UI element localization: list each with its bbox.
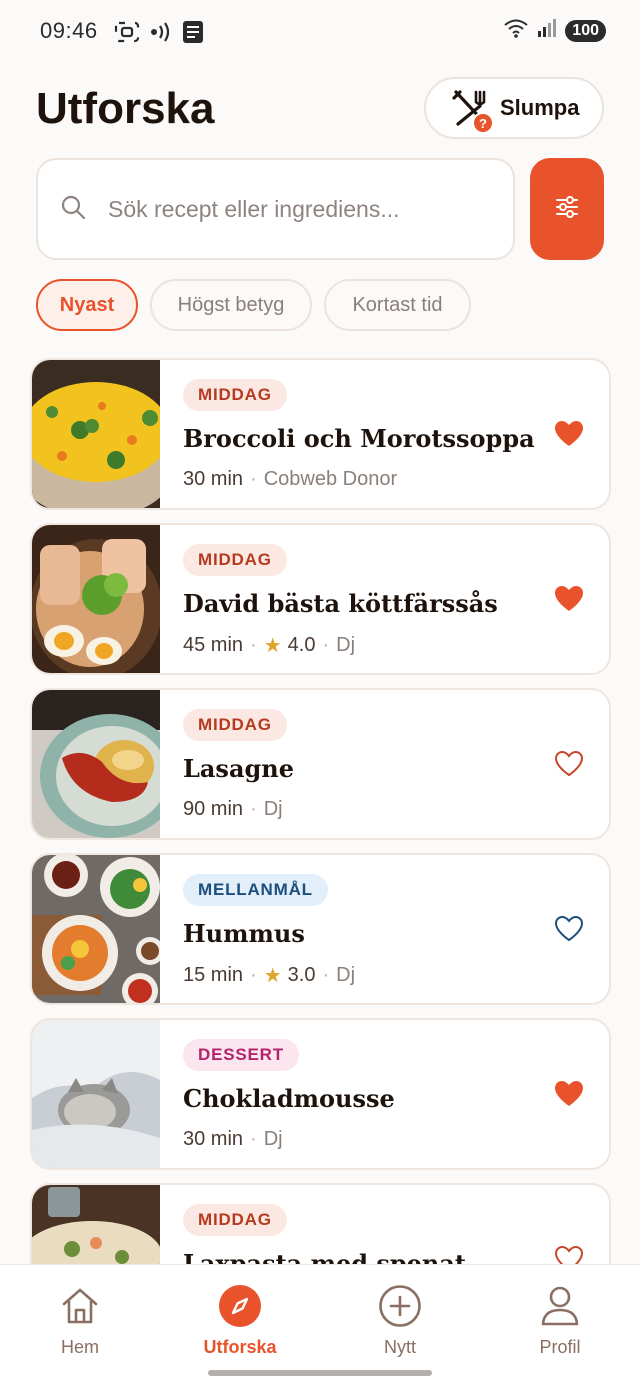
recipe-rating: 3.0: [287, 964, 316, 986]
random-badge: ?: [472, 112, 494, 134]
wifi-icon: [503, 18, 529, 43]
star-icon: ★: [263, 635, 282, 657]
recipe-image: [32, 525, 160, 673]
meta-separator: ·: [250, 798, 257, 820]
recipe-author: Dj: [263, 1128, 283, 1150]
recipe-time: 30 min: [183, 1128, 244, 1150]
recipe-meta: 30 min · Dj: [183, 1128, 283, 1151]
sort-chip-shortest-time[interactable]: Kortast tid: [324, 279, 471, 331]
recipe-time: 45 min: [183, 634, 244, 656]
status-bar: 09:46 100: [0, 0, 640, 64]
recipe-image: [32, 1185, 160, 1264]
nav-label-profile: Profil: [539, 1337, 581, 1357]
home-icon: [57, 1283, 103, 1329]
nav-item-home[interactable]: Hem: [20, 1283, 140, 1358]
home-indicator[interactable]: [208, 1370, 432, 1376]
bottom-navigation: Hem Utforska Nytt Profil: [0, 1264, 640, 1387]
recipe-meta: 30 min · Cobweb Donor: [183, 468, 397, 491]
recipe-title: Lasagne: [183, 754, 294, 783]
nfc-icon: [148, 21, 174, 48]
random-recipe-button[interactable]: ? Slumpa: [424, 77, 604, 139]
heart-filled-icon[interactable]: [554, 1080, 584, 1108]
category-badge: MIDDAG: [183, 709, 287, 741]
category-badge: MIDDAG: [183, 544, 287, 576]
screenshot-icon: [114, 21, 140, 48]
recipe-card[interactable]: MIDDAG Broccoli och Morotssoppa 30 min ·…: [30, 358, 611, 510]
nav-item-profile[interactable]: Profil: [500, 1283, 620, 1358]
meta-separator: ·: [250, 468, 257, 490]
recipe-title: Laxpasta med spenat: [183, 1249, 467, 1264]
cutlery-icon: ?: [450, 88, 494, 134]
recipe-author: Dj: [336, 964, 356, 986]
heart-filled-icon[interactable]: [554, 420, 584, 448]
meta-separator: ·: [250, 1128, 257, 1150]
recipe-title: Chokladmousse: [183, 1084, 395, 1113]
meta-separator: ·: [322, 964, 330, 986]
heart-outline-icon[interactable]: [554, 915, 584, 943]
heart-outline-icon[interactable]: [554, 750, 584, 778]
recipe-time: 30 min: [183, 468, 244, 490]
nav-label-new: Nytt: [383, 1337, 416, 1357]
user-icon: [537, 1283, 583, 1329]
recipe-title: Hummus: [183, 919, 305, 948]
recipe-image: [32, 360, 160, 508]
recipe-time: 15 min: [183, 964, 244, 986]
nav-item-explore[interactable]: Utforska: [180, 1283, 300, 1358]
recipe-author: Cobweb Donor: [263, 468, 398, 490]
recipe-card[interactable]: MIDDAG Laxpasta med spenat: [30, 1183, 611, 1264]
signal-icon: [537, 19, 557, 42]
sim-card-icon: [182, 20, 204, 49]
recipe-list[interactable]: MIDDAG Broccoli och Morotssoppa 30 min ·…: [30, 358, 611, 1264]
search-icon: [60, 194, 86, 225]
recipe-title: Broccoli och Morotssoppa: [183, 424, 535, 453]
battery-indicator: 100: [565, 19, 606, 42]
filter-button[interactable]: [530, 158, 604, 260]
recipe-image: [32, 855, 160, 1003]
recipe-author: Dj: [336, 634, 356, 656]
recipe-card[interactable]: DESSERT Chokladmousse 30 min · Dj: [30, 1018, 611, 1170]
star-icon: ★: [263, 965, 282, 987]
search-input[interactable]: [108, 195, 488, 223]
random-recipe-label: Slumpa: [500, 95, 580, 120]
sort-chip-newest[interactable]: Nyast: [36, 279, 138, 331]
category-badge: DESSERT: [183, 1039, 299, 1071]
status-time: 09:46: [40, 18, 98, 43]
recipe-time: 90 min: [183, 798, 244, 820]
recipe-author: Dj: [263, 798, 283, 820]
recipe-rating: 4.0: [287, 634, 316, 656]
search-bar[interactable]: [36, 158, 515, 260]
plus-circle-icon: [377, 1283, 423, 1329]
recipe-image: [32, 1020, 160, 1168]
nav-label-home: Hem: [60, 1337, 99, 1357]
sort-chip-top-rated[interactable]: Högst betyg: [150, 279, 312, 331]
nav-item-new[interactable]: Nytt: [340, 1283, 460, 1358]
compass-icon: [217, 1283, 263, 1329]
recipe-meta: 15 min · ★ 3.0 · Dj: [183, 963, 355, 988]
category-badge: MIDDAG: [183, 379, 287, 411]
meta-separator: ·: [250, 634, 257, 656]
recipe-meta: 45 min · ★ 4.0 · Dj: [183, 633, 355, 658]
recipe-card[interactable]: MIDDAG David bästa köttfärssås 45 min · …: [30, 523, 611, 675]
heart-filled-icon[interactable]: [554, 585, 584, 613]
recipe-meta: 90 min · Dj: [183, 798, 283, 821]
recipe-title: David bästa köttfärssås: [183, 589, 498, 618]
meta-separator: ·: [250, 964, 257, 986]
category-badge: MELLANMÅL: [183, 874, 328, 906]
recipe-image: [32, 690, 160, 838]
recipe-card[interactable]: MIDDAG Lasagne 90 min · Dj: [30, 688, 611, 840]
category-badge: MIDDAG: [183, 1204, 287, 1236]
heart-outline-icon[interactable]: [554, 1245, 584, 1264]
page-title: Utforska: [36, 84, 215, 133]
nav-label-explore: Utforska: [203, 1337, 277, 1357]
meta-separator: ·: [322, 634, 330, 656]
sliders-icon: [555, 195, 579, 223]
recipe-card[interactable]: MELLANMÅL Hummus 15 min · ★ 3.0 · Dj: [30, 853, 611, 1005]
